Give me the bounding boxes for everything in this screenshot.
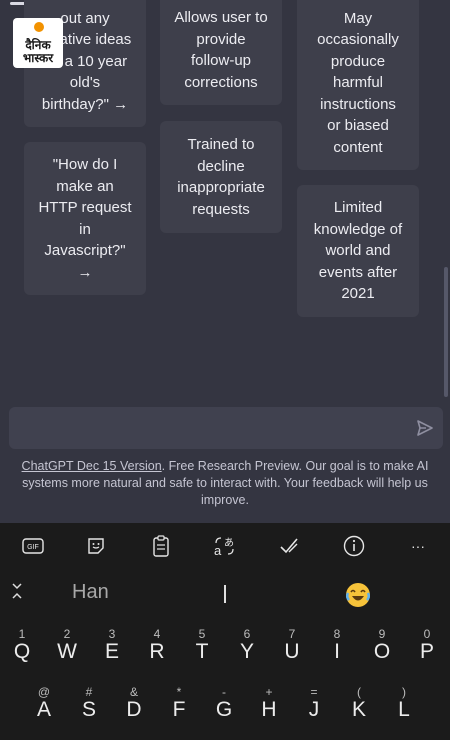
footer-disclaimer: ChatGPT Dec 15 Version. Free Research Pr…: [10, 458, 440, 509]
key-hint: 8: [333, 627, 341, 641]
key-hint: #: [85, 685, 93, 699]
capability-card-corrections: Allows user to provide follow-up correct…: [160, 0, 282, 105]
version-link[interactable]: ChatGPT Dec 15 Version: [22, 459, 162, 473]
chat-area: out any creative ideas for a 10 year old…: [0, 0, 450, 523]
key-label: W: [57, 640, 77, 663]
logo-line-2: भास्कर: [22, 51, 54, 65]
logo-sun-icon: [34, 22, 44, 32]
key-hint: 3: [108, 627, 116, 641]
laughing-emoji-icon[interactable]: [344, 581, 372, 609]
key-p[interactable]: 0P: [407, 627, 447, 677]
key-h[interactable]: + H: [249, 685, 289, 735]
key-o[interactable]: 9O: [362, 627, 402, 677]
svg-text:a: a: [214, 543, 222, 557]
key-j[interactable]: = J: [294, 685, 334, 735]
key-label: D: [126, 698, 142, 721]
clipboard-icon[interactable]: [148, 533, 174, 559]
key-g[interactable]: -G: [204, 685, 244, 735]
sticker-icon[interactable]: [83, 533, 109, 559]
collapse-keyboard-icon[interactable]: [10, 581, 24, 601]
keyboard-toolbar: GIF aあ ···: [0, 523, 450, 569]
key-hint: 0: [423, 627, 431, 641]
key-y[interactable]: 6Y: [227, 627, 267, 677]
keyboard: GIF aあ ··· Han 1 Q 2 W 3 E 4 R 5 T 6 Y 7…: [0, 523, 450, 740]
key-label: Q: [13, 640, 31, 663]
key-u[interactable]: 7U: [272, 627, 312, 677]
limitation-card-knowledge: Limited knowledge of world and events af…: [297, 185, 419, 317]
key-label: K: [351, 698, 366, 721]
key-hint: *: [176, 685, 182, 699]
key-t[interactable]: 5T: [182, 627, 222, 677]
key-a[interactable]: @ A: [24, 685, 64, 735]
key-label: I: [334, 640, 340, 663]
key-label: H: [261, 698, 277, 721]
key-e[interactable]: 3E: [92, 627, 132, 677]
key-hint: @: [37, 685, 51, 699]
key-w[interactable]: 2W: [47, 627, 87, 677]
suggestion-divider-cursor: [224, 585, 226, 603]
spell-check-icon[interactable]: [276, 533, 302, 559]
dainik-bhaskar-logo: दैनिक भास्कर: [13, 18, 63, 68]
scrollbar[interactable]: [444, 267, 448, 397]
key-hint: 2: [63, 627, 71, 641]
info-icon[interactable]: [341, 533, 367, 559]
key-hint: 1: [18, 627, 26, 641]
key-label: R: [149, 640, 165, 663]
key-label: L: [398, 698, 410, 721]
key-label: P: [419, 640, 434, 663]
key-label: J: [308, 698, 320, 721]
key-label: G: [215, 698, 233, 721]
send-icon[interactable]: [417, 420, 433, 436]
key-label: T: [195, 640, 209, 663]
key-r[interactable]: 4R: [137, 627, 177, 677]
example-card-http-request[interactable]: "How do I make an HTTP request in Javasc…: [24, 142, 146, 295]
key-hint: ): [402, 685, 406, 699]
gif-icon[interactable]: GIF: [20, 533, 46, 559]
suggestion-word[interactable]: Han: [72, 581, 109, 604]
key-f[interactable]: * F: [159, 685, 199, 735]
key-d[interactable]: & D: [114, 685, 154, 735]
key-s[interactable]: # S: [69, 685, 109, 735]
more-options-icon[interactable]: ···: [405, 533, 431, 559]
key-label: S: [81, 698, 96, 721]
key-hint: 5: [198, 627, 206, 641]
key-hint: (: [357, 685, 361, 699]
key-l[interactable]: ) L: [384, 685, 424, 735]
key-label: U: [284, 640, 300, 663]
suggestion-bar: Han: [0, 573, 450, 613]
key-hint: +: [265, 685, 273, 699]
limitation-card-harmful: May occasionally produce harmful instruc…: [297, 0, 419, 170]
capability-card-decline: Trained to decline inappropriate request…: [160, 121, 282, 233]
translate-icon[interactable]: aあ: [212, 533, 238, 559]
key-label: E: [104, 640, 119, 663]
key-hint: =: [310, 685, 318, 699]
key-hint: 6: [243, 627, 251, 641]
key-hint: &: [129, 685, 138, 699]
key-label: Y: [239, 640, 254, 663]
key-q[interactable]: 1Q: [2, 627, 42, 677]
key-k[interactable]: (K: [339, 685, 379, 735]
svg-text:あ: あ: [224, 537, 234, 549]
key-label: A: [36, 698, 51, 721]
key-hint: 9: [378, 627, 386, 641]
key-hint: -: [222, 685, 226, 699]
key-hint: 7: [288, 627, 296, 641]
message-input[interactable]: [9, 407, 443, 449]
key-i[interactable]: 8I: [317, 627, 357, 677]
svg-text:GIF: GIF: [27, 544, 39, 551]
key-label: F: [172, 698, 186, 721]
key-hint: 4: [153, 627, 161, 641]
key-label: O: [373, 640, 391, 663]
